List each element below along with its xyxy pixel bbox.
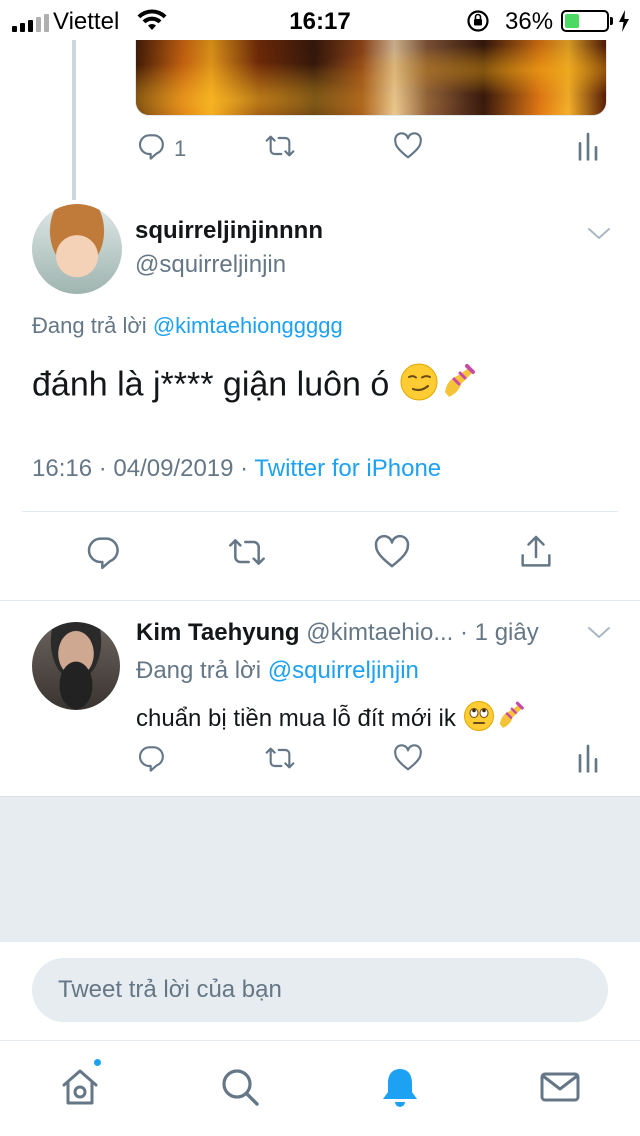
heart-icon [392, 742, 424, 780]
reply-button[interactable] [84, 532, 124, 578]
analytics-icon [576, 130, 600, 168]
rotation-lock-icon [465, 9, 491, 38]
reply-icon [136, 130, 168, 168]
mention-link[interactable]: @kimtaehionggggg [153, 313, 343, 338]
tab-messages[interactable] [536, 1065, 584, 1113]
chevron-down-icon[interactable] [586, 623, 612, 648]
author-display-name[interactable]: squirreljinjinnnn [135, 217, 323, 245]
retweet-icon [262, 742, 298, 780]
eye-roll-emoji-icon [463, 700, 495, 739]
author-handle[interactable]: @squirreljinjin [135, 251, 286, 279]
divider [0, 600, 640, 601]
reply-header: Kim Taehyung @kimtaehio... · 1 giây [136, 619, 539, 647]
heart-icon [372, 532, 412, 578]
tab-home[interactable] [56, 1057, 104, 1116]
tweet-text-content: chuẩn bị tiền mua lỗ đít mới ik [136, 704, 456, 732]
tweet-text-content: đánh là j**** giận luôn ó [32, 365, 390, 404]
replying-label: Đang trả lời [136, 657, 262, 684]
reply-tweet-actions [136, 744, 606, 778]
status-bar: Viettel 16:17 36% [0, 0, 640, 40]
like-button[interactable] [372, 532, 412, 578]
retweet-icon [224, 532, 270, 578]
battery-percent: 36% [505, 8, 554, 35]
reply-icon [84, 532, 124, 578]
notifications-icon [376, 1063, 424, 1116]
reply-button[interactable]: 1 [136, 130, 186, 168]
like-button[interactable] [392, 130, 424, 168]
replying-label: Đang trả lời [32, 313, 147, 338]
home-icon [56, 1063, 104, 1116]
tweet-timestamp: 16:16 · 04/09/2019 · [32, 455, 255, 482]
nail-polish-emoji-icon [495, 700, 527, 739]
battery-tip [610, 17, 613, 25]
previous-tweet-actions: 1 [136, 132, 606, 166]
tweet-text: chuẩn bị tiền mua lỗ đít mới ik [136, 700, 527, 739]
divider [22, 511, 618, 512]
nail-polish-emoji-icon [439, 362, 479, 411]
messages-icon [536, 1063, 584, 1116]
mention-link[interactable]: @squirreljinjin [268, 657, 419, 684]
reply-composer[interactable] [32, 958, 608, 1022]
heart-icon [392, 130, 424, 168]
smirk-emoji-icon [399, 362, 439, 411]
reply-input[interactable] [32, 958, 608, 1022]
tab-bar [0, 1040, 640, 1136]
reply-icon [136, 742, 168, 780]
focused-tweet-actions [0, 534, 640, 576]
retweet-button[interactable] [262, 130, 298, 168]
analytics-icon [576, 742, 600, 780]
tab-notifications[interactable] [376, 1065, 424, 1113]
tweet-media-image[interactable] [135, 40, 607, 116]
avatar[interactable] [32, 204, 122, 294]
chevron-down-icon[interactable] [586, 224, 612, 249]
battery-icon [561, 10, 609, 32]
tab-search[interactable] [216, 1065, 264, 1113]
analytics-button[interactable] [576, 742, 600, 780]
share-icon [516, 532, 556, 578]
tweet-source-link[interactable]: Twitter for iPhone [254, 455, 441, 482]
retweet-button[interactable] [262, 742, 298, 780]
author-handle[interactable]: @kimtaehio... [306, 619, 453, 646]
replying-to-line: Đang trả lời @kimtaehionggggg [32, 313, 343, 339]
share-button[interactable] [516, 532, 556, 578]
empty-background-area [0, 796, 640, 942]
search-icon [216, 1063, 264, 1116]
new-content-dot [92, 1057, 103, 1068]
replying-to-line: Đang trả lời @squirreljinjin [136, 657, 419, 685]
like-button[interactable] [392, 742, 424, 780]
author-display-name[interactable]: Kim Taehyung [136, 619, 300, 646]
charging-icon [618, 10, 630, 37]
avatar[interactable] [32, 622, 120, 710]
reply-button[interactable] [136, 742, 168, 780]
retweet-button[interactable] [224, 532, 270, 578]
thread-connector-line [72, 40, 76, 200]
tweet-meta: 16:16 · 04/09/2019 · Twitter for iPhone [32, 455, 441, 483]
analytics-button[interactable] [576, 130, 600, 168]
reply-count: 1 [174, 136, 187, 161]
tweet-time: · 1 giây [453, 619, 539, 646]
tweet-text: đánh là j**** giận luôn ó [32, 362, 479, 411]
retweet-icon [262, 130, 298, 168]
